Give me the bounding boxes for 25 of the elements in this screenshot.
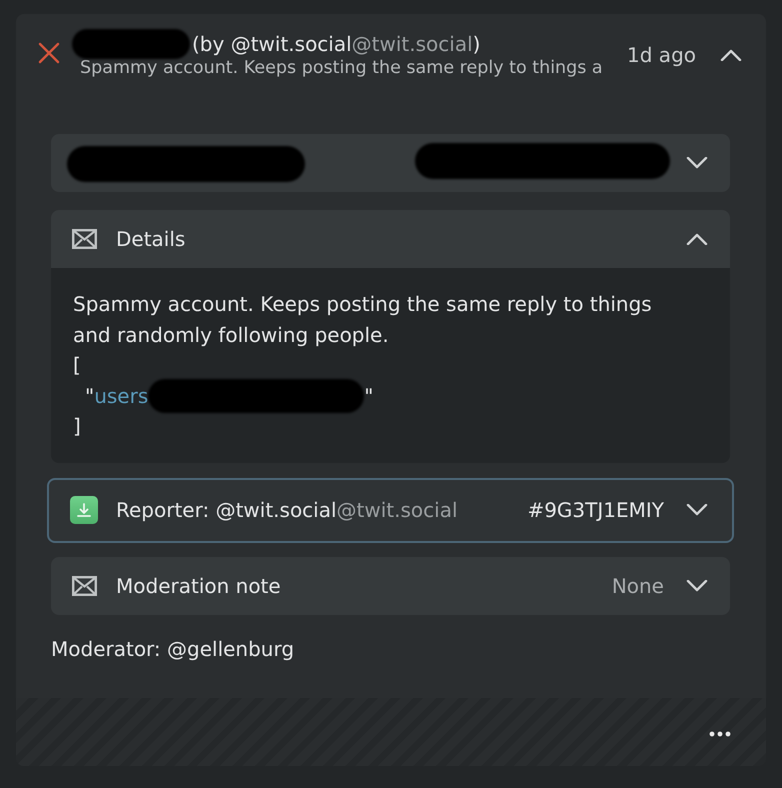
reporter-toggle[interactable]: Reporter: @twit.social@twit.social #9G3TJ1EMIY <box>47 478 734 542</box>
more-icon[interactable] <box>709 731 731 737</box>
note-value: None <box>612 574 664 598</box>
download-icon <box>70 496 98 524</box>
cross-icon <box>38 42 60 64</box>
chevron-up-icon[interactable] <box>686 233 708 245</box>
moderator-text: Moderator: @gellenburg <box>51 636 294 662</box>
report-title: (by @twit.social@twit.social) <box>192 31 480 57</box>
quote-mark: " <box>85 382 94 410</box>
report-summary: Spammy account. Keeps posting the same reply to things a <box>79 58 604 79</box>
chevron-down-icon[interactable] <box>686 504 708 516</box>
bracket-text: [ <box>73 352 81 379</box>
report-time: 1d ago <box>627 43 696 67</box>
chevron-up-icon[interactable] <box>720 49 742 61</box>
quote-mark: " <box>364 382 374 410</box>
envelope-icon <box>72 229 97 249</box>
user-link[interactable]: users <box>94 380 148 411</box>
chevron-down-icon[interactable] <box>686 580 708 592</box>
details-toggle[interactable]: Details <box>51 210 730 268</box>
chevron-down-icon[interactable] <box>686 157 708 169</box>
report-id: #9G3TJ1EMIY <box>527 498 664 522</box>
details-text: Spammy account. Keeps posting the same reply to things and randomly following people. <box>73 291 653 348</box>
moderation-note-toggle[interactable]: Moderation note None <box>51 556 730 614</box>
envelope-icon <box>72 576 97 596</box>
bracket-text: ] <box>73 413 81 440</box>
